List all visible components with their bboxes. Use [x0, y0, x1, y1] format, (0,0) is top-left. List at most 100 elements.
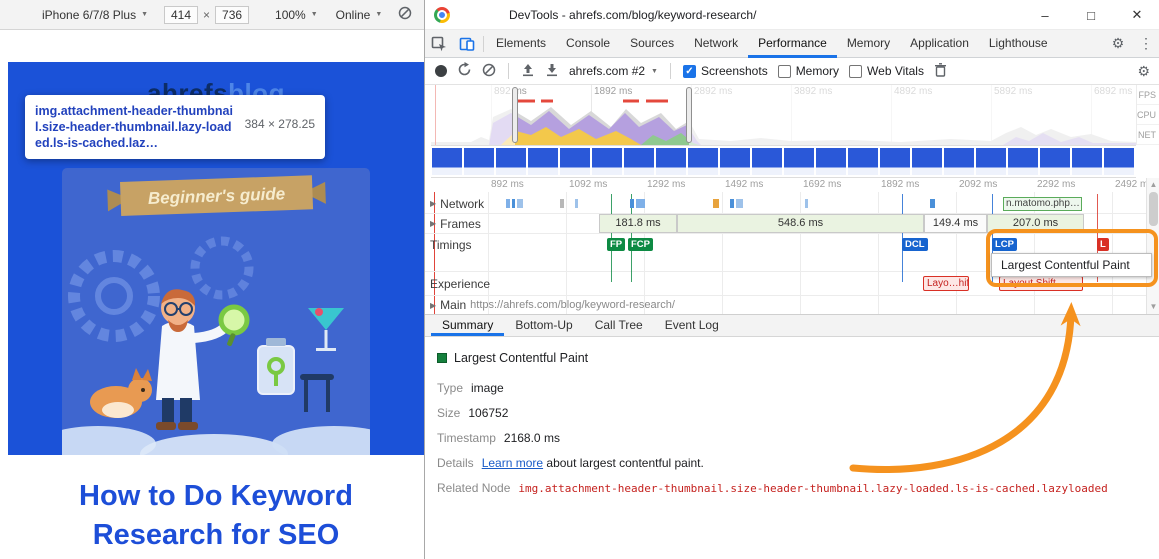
tab-event-log[interactable]: Event Log	[654, 315, 730, 336]
tab-console[interactable]: Console	[556, 30, 620, 58]
network-request-bar[interactable]	[636, 199, 645, 208]
network-request-bar[interactable]	[560, 199, 564, 208]
frames-track-toggle[interactable]: ▶ Frames	[430, 217, 481, 231]
tab-application[interactable]: Application	[900, 30, 979, 58]
more-options-icon[interactable]: ⋮	[1132, 30, 1159, 58]
scroll-up-icon[interactable]: ▲	[1147, 180, 1159, 189]
network-request-bar[interactable]	[805, 199, 808, 208]
network-request-bar[interactable]	[506, 199, 510, 208]
learn-more-link[interactable]: Learn more	[482, 456, 543, 470]
performance-toolbar: ahrefs.com #2 ▼ ✓ Screenshots Memory Web…	[425, 58, 1159, 85]
scrollbar-thumb[interactable]	[1149, 192, 1158, 226]
block-icon[interactable]	[398, 6, 412, 23]
fp-badge[interactable]: FP	[607, 238, 625, 251]
maximize-button[interactable]: □	[1068, 0, 1114, 30]
longtask-badge[interactable]: L	[1097, 238, 1109, 251]
tab-lighthouse[interactable]: Lighthouse	[979, 30, 1058, 58]
timeline-overview[interactable]: 892 ms 1892 ms 2892 ms 3892 ms 4892 ms 5…	[431, 85, 1136, 145]
viewport-height-input[interactable]	[215, 6, 249, 24]
settings-gear-icon[interactable]: ⚙	[1104, 30, 1132, 58]
frames-track-label: Frames	[440, 217, 481, 231]
devtools-window: DevTools - ahrefs.com/blog/keyword-resea…	[424, 0, 1159, 559]
capture-settings-gear-icon[interactable]: ⚙	[1137, 63, 1150, 80]
network-request-bar[interactable]	[930, 199, 935, 208]
page-title-line1: How to Do Keyword	[8, 477, 424, 516]
dcl-badge[interactable]: DCL	[902, 238, 928, 251]
throttling-select[interactable]: Online ▼	[336, 8, 383, 22]
experience-track-label[interactable]: Experience	[430, 277, 490, 291]
network-request-bar[interactable]	[630, 199, 634, 208]
device-emulation-area: ahrefsblog Beginner's guide	[0, 30, 424, 559]
tab-summary[interactable]: Summary	[431, 315, 504, 336]
overview-dimmed-right	[689, 85, 1136, 145]
ruler-tick: 1692 ms	[803, 179, 841, 190]
network-track: ▶ Network n.matomo.php…	[425, 194, 1146, 214]
tab-bottom-up[interactable]: Bottom-Up	[504, 315, 583, 336]
zoom-select[interactable]: 100% ▼	[275, 8, 318, 22]
filmstrip-thumbnails	[431, 148, 1136, 175]
element-inspect-tooltip: img.attachment-header-thumbnail.size-hea…	[25, 95, 325, 159]
type-label: Type	[437, 381, 463, 395]
tab-memory[interactable]: Memory	[837, 30, 900, 58]
web-vitals-checkbox[interactable]: Web Vitals	[849, 64, 924, 78]
tab-elements[interactable]: Elements	[486, 30, 556, 58]
frame-block[interactable]: 207.0 ms	[987, 214, 1084, 233]
main-track-toggle[interactable]: ▶ Main https://ahrefs.com/blog/keyword-r…	[430, 298, 675, 312]
network-request-bar[interactable]	[736, 199, 743, 208]
reload-and-record-icon[interactable]	[457, 62, 472, 80]
screenshot-filmstrip[interactable]	[431, 145, 1136, 178]
selection-handle-left[interactable]	[512, 87, 518, 143]
save-profile-icon[interactable]	[545, 63, 559, 80]
record-icon[interactable]	[435, 65, 447, 77]
network-request-bar[interactable]	[512, 199, 515, 208]
frame-block[interactable]: 149.4 ms	[924, 214, 987, 233]
disclosure-icon: ▶	[430, 219, 436, 228]
network-request-bar[interactable]	[730, 199, 734, 208]
tab-network[interactable]: Network	[684, 30, 748, 58]
clear-recording-icon[interactable]	[482, 63, 496, 80]
related-node-value[interactable]: img.attachment-header-thumbnail.size-hea…	[518, 482, 1107, 495]
emulated-page: ahrefsblog Beginner's guide	[8, 62, 424, 559]
network-request-matomo[interactable]: n.matomo.php…	[1003, 197, 1082, 211]
tab-sources[interactable]: Sources	[620, 30, 684, 58]
device-select[interactable]: iPhone 6/7/8 Plus ▼	[42, 8, 148, 22]
network-track-toggle[interactable]: ▶ Network	[430, 197, 484, 211]
load-profile-icon[interactable]	[521, 63, 535, 80]
summary-size-row: Size106752	[437, 406, 508, 420]
layout-shift-chip[interactable]: Layo…hift	[923, 276, 969, 291]
experience-label-text: Experience	[430, 277, 490, 291]
layout-shift-chip[interactable]: Layout Shift	[999, 276, 1083, 291]
fcp-badge[interactable]: FCP	[628, 238, 653, 251]
tab-call-tree[interactable]: Call Tree	[584, 315, 654, 336]
timeline-tracks: 892 ms 1092 ms 1292 ms 1492 ms 1692 ms 1…	[425, 178, 1146, 314]
overview-dimmed-left	[431, 85, 515, 145]
ruler-tick: 2492 ms	[1115, 179, 1146, 190]
network-request-bar[interactable]	[713, 199, 719, 208]
network-request-bar[interactable]	[517, 199, 523, 208]
viewport-width-input[interactable]	[164, 6, 198, 24]
chevron-down-icon: ▼	[311, 11, 318, 18]
chevron-down-icon: ▼	[375, 11, 382, 18]
ruler-tick: 2092 ms	[959, 179, 997, 190]
type-value: image	[471, 381, 504, 395]
recording-history-select[interactable]: ahrefs.com #2 ▼	[569, 64, 658, 78]
minimize-button[interactable]: –	[1022, 0, 1068, 30]
details-text: about largest contentful paint.	[546, 456, 703, 470]
timings-track-label[interactable]: Timings	[430, 238, 472, 252]
net-meter-label: NET	[1137, 125, 1159, 145]
frames-track: ▶ Frames 181.8 ms 548.6 ms 149.4 ms 207.…	[425, 214, 1146, 234]
inspect-element-icon[interactable]	[425, 30, 453, 58]
frame-block[interactable]: 181.8 ms	[599, 214, 677, 233]
trash-icon[interactable]	[934, 63, 947, 80]
close-button[interactable]: ✕	[1114, 0, 1159, 30]
tab-performance[interactable]: Performance	[748, 30, 837, 58]
network-request-bar[interactable]	[575, 199, 578, 208]
screenshots-checkbox[interactable]: ✓ Screenshots	[683, 64, 768, 78]
memory-checkbox[interactable]: Memory	[778, 64, 839, 78]
frame-block[interactable]: 548.6 ms	[677, 214, 924, 233]
lcp-badge[interactable]: LCP	[992, 238, 1017, 251]
device-toolbar-toggle-icon[interactable]	[453, 30, 481, 58]
scroll-down-icon[interactable]: ▼	[1147, 302, 1159, 311]
selection-handle-right[interactable]	[686, 87, 692, 143]
meter-labels: FPS CPU NET	[1136, 85, 1159, 145]
